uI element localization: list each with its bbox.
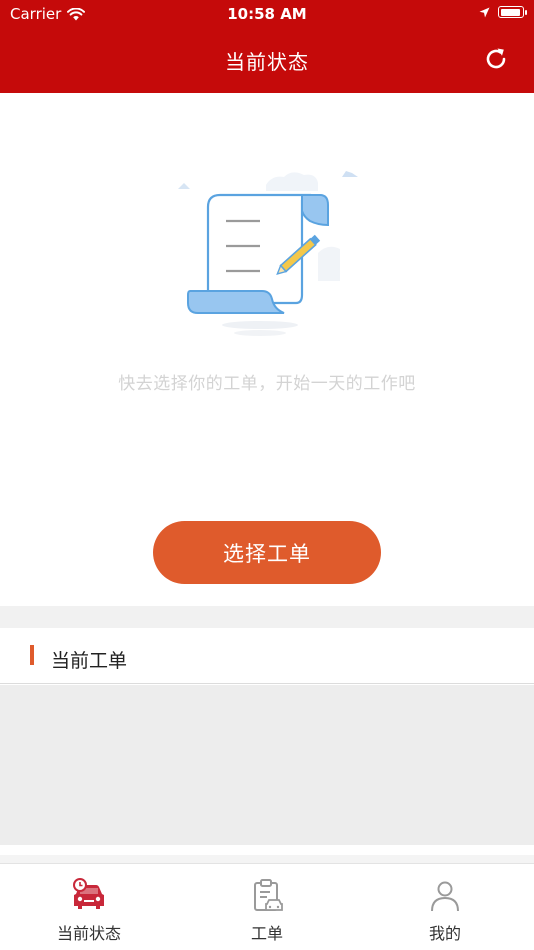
empty-state: 快去选择你的工单，开始一天的工作吧 选择工单 [0, 93, 534, 606]
refresh-button[interactable] [482, 45, 510, 73]
status-time: 10:58 AM [227, 5, 307, 23]
refresh-icon [486, 48, 506, 69]
car-clock-icon [73, 878, 104, 909]
tab-current-status[interactable]: 当前状态 [0, 864, 178, 950]
status-right-group [479, 6, 527, 18]
tab-mine-label: 我的 [428, 924, 461, 943]
tab-bar: 当前状态 工单 我的 [0, 863, 534, 950]
page-title: 当前状态 [225, 50, 309, 74]
tabbar-top-divider [0, 855, 534, 863]
tab-orders-label: 工单 [250, 924, 283, 943]
empty-state-message: 快去选择你的工单，开始一天的工作吧 [118, 374, 416, 394]
current-orders-header: 当前工单 [0, 628, 534, 684]
section-accent-bar [30, 645, 34, 665]
select-order-button[interactable]: 选择工单 [153, 521, 381, 584]
top-bar: Carrier 10:58 AM 当前状态 [0, 0, 534, 93]
app-screen: Carrier 10:58 AM 当前状态 快去选择你的工单，开始一天的工作吧 … [0, 0, 534, 950]
battery-icon [498, 6, 527, 18]
document-pencil-illustration [178, 171, 358, 336]
location-arrow-icon [479, 7, 490, 17]
list-bottom-spacer [0, 845, 534, 855]
current-orders-title: 当前工单 [51, 650, 128, 672]
status-bar: Carrier 10:58 AM [0, 0, 534, 28]
tab-orders[interactable]: 工单 [178, 864, 356, 950]
section-divider [0, 606, 534, 628]
clipboard-car-icon [254, 879, 283, 911]
current-orders-list [0, 685, 534, 845]
tab-current-status-label: 当前状态 [56, 924, 121, 943]
tab-mine[interactable]: 我的 [356, 864, 534, 950]
person-icon [431, 881, 459, 912]
